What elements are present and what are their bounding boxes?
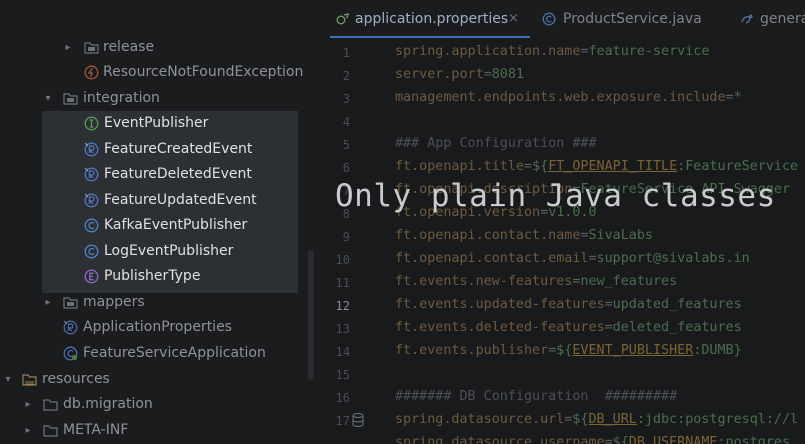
enum-icon — [84, 269, 99, 284]
tree-item-label: mappers — [83, 294, 145, 310]
tree-item-label: LogEventPublisher — [104, 243, 234, 259]
class-icon — [84, 218, 99, 233]
record-icon — [84, 142, 99, 157]
tree-item-label: resources — [42, 371, 110, 387]
tree-item-release[interactable]: ▸ release — [0, 35, 310, 60]
tree-item-feature-updated-event[interactable]: FeatureUpdatedEvent — [0, 188, 298, 213]
code-line-18[interactable]: spring.datasource.username=${DB_USERNAME… — [395, 435, 790, 444]
record-icon — [84, 167, 99, 182]
line-number-current: 12 — [335, 299, 350, 313]
tree-item-feature-created-event[interactable]: FeatureCreatedEvent — [0, 137, 298, 162]
record-icon — [84, 193, 99, 208]
tree-item-kafka-event-publisher[interactable]: KafkaEventPublisher — [0, 213, 298, 238]
line-number: 16 — [335, 391, 350, 405]
folder-icon — [43, 425, 58, 437]
line-number: 6 — [342, 161, 350, 175]
tab-label: genera — [760, 11, 805, 27]
class-icon — [542, 12, 556, 26]
tree-item-label: release — [103, 39, 155, 55]
code-line-12[interactable]: ft.events.updated-features=updated_featu… — [395, 297, 742, 312]
resources-folder-icon — [22, 374, 37, 386]
line-number: 13 — [335, 322, 350, 336]
chevron-right-icon[interactable]: ▸ — [22, 418, 34, 443]
tree-item-application-properties[interactable]: ApplicationProperties — [0, 315, 310, 340]
code-line-13[interactable]: ft.events.deleted-features=deleted_featu… — [395, 320, 742, 335]
overlay-caption: Only plain Java classes — [335, 178, 776, 214]
tree-item-feature-deleted-event[interactable]: FeatureDeletedEvent — [0, 162, 298, 187]
tree-item-label: ResourceNotFoundException — [103, 64, 304, 80]
code-line-1[interactable]: spring.application.name=feature-service — [395, 44, 709, 59]
class-icon — [84, 244, 99, 259]
editor-tab-bar: application.properties × ProductService.… — [320, 0, 805, 38]
tree-item-resources[interactable]: ▾ resources — [0, 367, 310, 392]
line-number: 4 — [342, 115, 350, 129]
spring-class-icon — [63, 346, 78, 361]
line-number: 15 — [335, 368, 350, 382]
database-icon[interactable] — [352, 413, 364, 427]
tree-item-label: FeatureServiceApplication — [83, 345, 266, 361]
tree-item-publisher-type[interactable]: PublisherType — [0, 264, 298, 289]
tree-item-label: ApplicationProperties — [83, 319, 232, 335]
project-tree: ▸ release ResourceNotFoundException ▾ in… — [0, 0, 320, 444]
record-icon — [63, 320, 78, 335]
tree-item-label: EventPublisher — [104, 115, 209, 131]
line-number: 14 — [335, 345, 350, 359]
code-line-17[interactable]: spring.datasource.url=${DB_URL:jdbc:post… — [395, 412, 798, 427]
tree-item-label: FeatureUpdatedEvent — [104, 192, 257, 208]
tree-item-label: KafkaEventPublisher — [104, 217, 248, 233]
code-line-6[interactable]: ft.openapi.title=${FT_OPENAPI_TITLE:Feat… — [395, 159, 798, 174]
code-line-14[interactable]: ft.events.publisher=${EVENT_PUBLISHER:DU… — [395, 343, 742, 358]
code-line-9[interactable]: ft.openapi.contact.name=SivaLabs — [395, 228, 653, 243]
code-line-10[interactable]: ft.openapi.contact.email=support@sivalab… — [395, 251, 750, 266]
code-line-11[interactable]: ft.events.new-features=new_features — [395, 274, 677, 289]
exception-icon — [84, 65, 99, 80]
tree-item-integration[interactable]: ▾ integration — [0, 86, 310, 111]
editor-pane: application.properties × ProductService.… — [320, 0, 805, 444]
chevron-right-icon[interactable]: ▸ — [22, 392, 34, 417]
tree-item-label: db.migration — [63, 396, 153, 412]
chevron-right-icon[interactable]: ▸ — [62, 35, 74, 60]
tab-label: application.properties — [355, 11, 509, 27]
tree-item-feature-service-application[interactable]: FeatureServiceApplication — [0, 341, 310, 366]
chevron-down-icon[interactable]: ▾ — [42, 86, 54, 111]
tree-item-meta-inf[interactable]: ▸ META-INF — [0, 418, 310, 443]
tree-item-resource-not-found-exception[interactable]: ResourceNotFoundException — [0, 60, 310, 85]
code-line-16[interactable]: ####### DB Configuration ######### — [395, 389, 677, 404]
tree-item-db-migration[interactable]: ▸ db.migration — [0, 392, 310, 417]
line-number: 5 — [342, 138, 350, 152]
tree-item-label: META-INF — [63, 422, 129, 438]
folder-icon — [43, 399, 58, 411]
gradle-file-icon — [741, 13, 753, 24]
line-number: 17 — [335, 414, 350, 428]
active-tab-indicator — [330, 36, 530, 38]
line-number: 3 — [342, 92, 350, 106]
tab-label: ProductService.java — [563, 11, 702, 27]
folder-icon — [63, 297, 78, 309]
code-line-3[interactable]: management.endpoints.web.exposure.includ… — [395, 90, 742, 105]
tree-item-label: integration — [83, 90, 160, 106]
line-number: 10 — [335, 253, 350, 267]
tree-item-label: PublisherType — [104, 268, 201, 284]
code-line-2[interactable]: server.port=8081 — [395, 67, 524, 82]
line-number: 2 — [342, 69, 350, 83]
chevron-right-icon[interactable]: ▸ — [42, 290, 54, 315]
tree-item-event-publisher[interactable]: EventPublisher — [0, 111, 298, 136]
chevron-down-icon[interactable]: ▾ — [2, 367, 14, 392]
tree-item-label: FeatureDeletedEvent — [104, 166, 252, 182]
folder-icon — [63, 93, 78, 105]
folder-icon — [84, 42, 99, 54]
tree-item-mappers[interactable]: ▸ mappers — [0, 290, 310, 315]
tree-scrollbar-thumb[interactable] — [308, 250, 314, 380]
interface-icon — [84, 116, 99, 131]
close-icon[interactable]: × — [508, 0, 519, 38]
tree-item-log-event-publisher[interactable]: LogEventPublisher — [0, 239, 298, 264]
tree-item-label: FeatureCreatedEvent — [104, 141, 253, 157]
line-number: 9 — [342, 230, 350, 244]
code-line-5[interactable]: ### App Configuration ### — [395, 136, 597, 151]
line-number: 11 — [335, 276, 350, 290]
properties-file-icon — [336, 13, 349, 25]
line-number: 1 — [342, 46, 350, 60]
